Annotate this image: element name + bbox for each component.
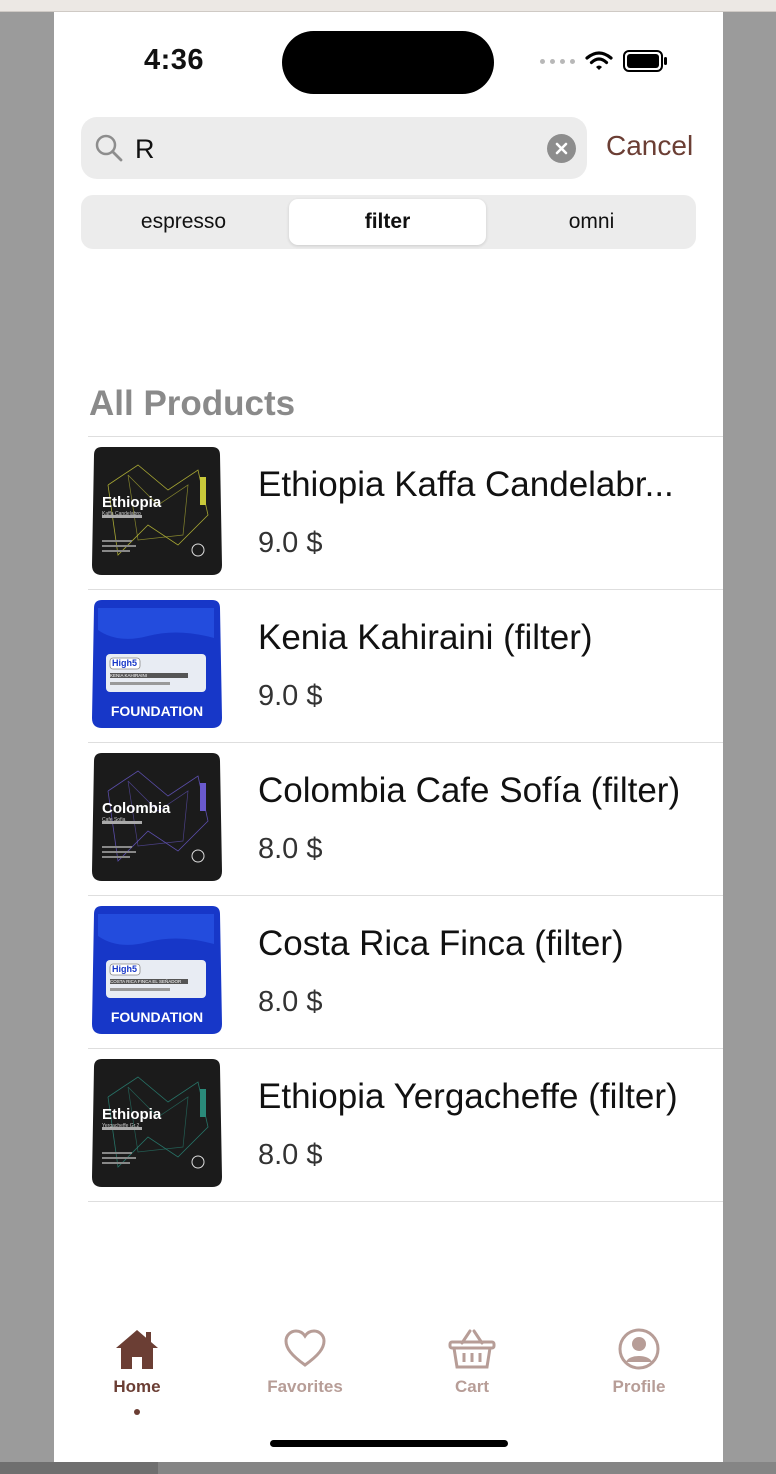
- bag-label-text: Colombia: [102, 800, 171, 817]
- window-top-strip: [0, 0, 776, 12]
- product-row[interactable]: High5 KENIA KAHIRAINI FOUNDATION Kenia Kahi…: [88, 590, 723, 743]
- product-price: 8.0 $: [258, 986, 323, 1018]
- heart-icon: [284, 1329, 326, 1367]
- segment-omni[interactable]: omni: [493, 199, 690, 245]
- clear-search-button[interactable]: [547, 134, 576, 163]
- battery-icon: [623, 50, 667, 72]
- bag-label-text: Ethiopia: [102, 494, 162, 511]
- product-price: 8.0 $: [258, 833, 323, 865]
- tab-favorites[interactable]: Favorites: [240, 1327, 370, 1397]
- section-title: All Products: [89, 384, 296, 423]
- coffee-bag-image: EthiopiaYergacheffe Gr.2: [92, 1059, 222, 1187]
- bag-subtext: Cafe Sofia: [102, 817, 126, 823]
- status-icons: [540, 50, 669, 72]
- active-tab-indicator: [134, 1409, 140, 1415]
- product-list: Ethiopia Kaffa Candelabro Ethiopia Kaffa C…: [88, 436, 723, 1202]
- bag-subtext: KENIA KAHIRAINI: [110, 673, 147, 678]
- product-row[interactable]: Colombia Cafe Sofia Colombia Cafe Sofía (f…: [88, 743, 723, 896]
- bag-subtext: COSTA RICA FINCA EL SEÑADOR: [110, 978, 182, 984]
- close-icon: [555, 142, 568, 155]
- cellular-signal-icon: [540, 58, 575, 64]
- tab-profile[interactable]: Profile: [574, 1327, 704, 1397]
- coffee-bag-image: ColombiaCafe Sofia: [92, 753, 222, 881]
- product-price: 9.0 $: [258, 527, 323, 559]
- tab-bar: Home Favorites Cart Profile: [54, 1327, 723, 1437]
- product-price: 9.0 $: [258, 680, 323, 712]
- bag-brand-text: FOUNDATION: [111, 1009, 203, 1025]
- basket-icon: [448, 1329, 496, 1369]
- search-field[interactable]: R: [81, 117, 587, 179]
- product-name: Costa Rica Finca (filter): [258, 924, 624, 963]
- tab-cart[interactable]: Cart: [407, 1327, 537, 1397]
- brew-method-segmented-control: espresso filter omni: [81, 195, 696, 249]
- product-price: 8.0 $: [258, 1139, 323, 1171]
- tab-home-label: Home: [113, 1377, 161, 1396]
- search-icon: [95, 134, 123, 162]
- search-input[interactable]: R: [135, 134, 155, 165]
- window-bottom-strip: [0, 1462, 776, 1474]
- product-row[interactable]: High5 COSTA RICA FINCA EL SEÑADOR FOUNDATI…: [88, 896, 723, 1049]
- coffee-bag-image: High5 COSTA RICA FINCA EL SEÑADOR FOUNDATI…: [92, 906, 222, 1034]
- status-time: 4:36: [144, 44, 205, 76]
- dynamic-island: [282, 31, 494, 94]
- segment-filter[interactable]: filter: [289, 199, 486, 245]
- product-name: Kenia Kahiraini (filter): [258, 618, 593, 657]
- wifi-icon: [585, 51, 613, 70]
- product-row[interactable]: Ethiopia Kaffa Candelabro Ethiopia Kaffa C…: [88, 437, 723, 590]
- segment-espresso[interactable]: espresso: [85, 199, 282, 245]
- tab-favorites-label: Favorites: [267, 1377, 343, 1396]
- person-icon: [618, 1328, 660, 1370]
- bag-label-text: High5: [112, 658, 137, 668]
- cancel-button[interactable]: Cancel: [606, 130, 693, 162]
- home-icon: [116, 1330, 158, 1369]
- bag-brand-text: FOUNDATION: [111, 703, 203, 719]
- bag-subtext: Yergacheffe Gr.2: [102, 1123, 139, 1129]
- tab-cart-label: Cart: [454, 1377, 489, 1396]
- product-name: Ethiopia Kaffa Candelabr...: [258, 465, 674, 504]
- tab-profile-label: Profile: [612, 1377, 666, 1396]
- product-name: Ethiopia Yergacheffe (filter): [258, 1077, 678, 1116]
- coffee-bag-image: EthiopiaKaffa Candelabro: [92, 447, 222, 575]
- home-indicator: [270, 1440, 508, 1447]
- product-name: Colombia Cafe Sofía (filter): [258, 771, 681, 810]
- tab-home[interactable]: Home: [72, 1327, 202, 1415]
- product-row[interactable]: Ethiopia Yergacheffe Gr.2 Ethiopia Yergach…: [88, 1049, 723, 1202]
- bag-subtext: Kaffa Candelabro: [102, 511, 141, 517]
- bag-label-text: High5: [112, 964, 137, 974]
- coffee-bag-image: High5 KENIA KAHIRAINI FOUNDATION: [92, 600, 222, 728]
- phone-screen: 4:36 R Cancel espresso filter omni All P…: [54, 12, 723, 1462]
- bag-label-text: Ethiopia: [102, 1106, 162, 1123]
